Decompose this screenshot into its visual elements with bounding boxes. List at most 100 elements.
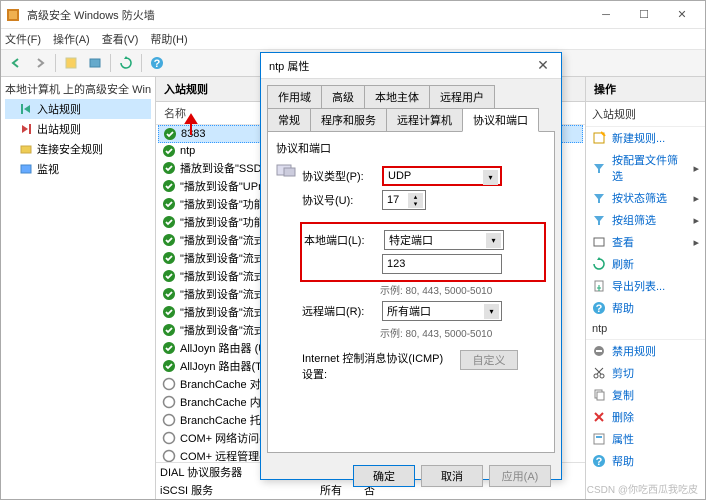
action-item[interactable]: 按状态筛选▸ <box>586 187 705 209</box>
apply-button[interactable]: 应用(A) <box>489 465 551 487</box>
proto-type-label: 协议类型(P): <box>302 168 376 184</box>
tab-general[interactable]: 常规 <box>267 108 311 132</box>
minimize-button[interactable]: ─ <box>587 1 625 29</box>
tab-advanced[interactable]: 高级 <box>321 85 365 109</box>
action-item[interactable]: 查看▸ <box>586 231 705 253</box>
action-item[interactable]: 删除 <box>586 406 705 428</box>
menu-help[interactable]: 帮助(H) <box>150 31 187 47</box>
action-item[interactable]: 按组筛选▸ <box>586 209 705 231</box>
dialog-title: ntp 属性 <box>269 58 533 74</box>
action-item[interactable]: 刷新 <box>586 253 705 275</box>
check-icon <box>162 161 176 175</box>
action-icon <box>592 235 606 249</box>
menu-file[interactable]: 文件(F) <box>5 31 41 47</box>
check-icon <box>162 305 176 319</box>
act-grp2: ntp <box>586 319 705 340</box>
port-hint-2: 示例: 80, 443, 5000-5010 <box>380 325 546 340</box>
action-icon <box>592 279 606 293</box>
tree-item-outbound[interactable]: 出站规则 <box>5 119 151 139</box>
tab-scope[interactable]: 作用域 <box>267 85 322 109</box>
action-icon <box>592 388 606 402</box>
check-icon <box>162 215 176 229</box>
rule-off-icon <box>162 449 176 462</box>
forward-button[interactable] <box>29 52 51 74</box>
remote-port-label: 远程端口(R): <box>302 303 376 319</box>
tree-item-connsec[interactable]: 连接安全规则 <box>5 139 151 159</box>
check-icon <box>162 251 176 265</box>
ok-button[interactable]: 确定 <box>353 465 415 487</box>
cancel-button[interactable]: 取消 <box>421 465 483 487</box>
action-icon <box>592 191 606 205</box>
action-icon <box>592 257 606 271</box>
tab-protocol-port[interactable]: 协议和端口 <box>462 108 539 132</box>
inbound-icon <box>19 102 33 116</box>
check-icon <box>162 341 176 355</box>
proto-num-spinner[interactable]: 17 ▴▾ <box>382 190 426 210</box>
check-icon <box>162 233 176 247</box>
local-port-dropdown[interactable]: 特定端口 ▾ <box>384 230 504 250</box>
actions-panel: 操作 入站规则 新建规则...按配置文件筛选▸按状态筛选▸按组筛选▸查看▸刷新导… <box>585 77 705 499</box>
tree-item-monitor[interactable]: 监视 <box>5 159 151 179</box>
action-icon <box>592 366 606 380</box>
action-item[interactable]: 禁用规则 <box>586 340 705 362</box>
refresh-icon[interactable] <box>115 52 137 74</box>
tab-remote-user[interactable]: 远程用户 <box>429 85 495 109</box>
action-icon <box>592 410 606 424</box>
rule-off-icon <box>162 395 176 409</box>
tool-icon[interactable] <box>60 52 82 74</box>
port-hint: 示例: 80, 443, 5000-5010 <box>380 282 546 297</box>
tab-programs[interactable]: 程序和服务 <box>310 108 387 132</box>
menubar: 文件(F) 操作(A) 查看(V) 帮助(H) <box>1 29 705 49</box>
svg-text:?: ? <box>596 456 603 468</box>
proto-icon <box>276 162 296 178</box>
action-icon <box>592 344 606 358</box>
menu-view[interactable]: 查看(V) <box>102 31 139 47</box>
help-icon[interactable]: ? <box>146 52 168 74</box>
action-icon: ? <box>592 301 606 315</box>
outbound-icon <box>19 122 33 136</box>
check-icon <box>163 127 177 141</box>
action-item[interactable]: 属性 <box>586 428 705 450</box>
check-icon <box>162 179 176 193</box>
local-port-input[interactable]: 123 <box>382 254 502 274</box>
tree-panel: 本地计算机 上的高级安全 Win 入站规则 出站规则 连接安全规则 监视 <box>1 77 156 499</box>
tree-root[interactable]: 本地计算机 上的高级安全 Win <box>5 81 151 97</box>
close-button[interactable]: ✕ <box>663 1 701 29</box>
titlebar: 高级安全 Windows 防火墙 ─ ☐ ✕ <box>1 1 705 29</box>
chevron-down-icon: ▾ <box>484 304 499 319</box>
tree-item-inbound[interactable]: 入站规则 <box>5 99 151 119</box>
chevron-down-icon: ▾ <box>483 170 498 185</box>
watermark: CSDN @你吃西瓜我吃皮 <box>587 481 698 496</box>
tabs-row-2: 常规 程序和服务 远程计算机 协议和端口 <box>261 108 561 131</box>
action-icon <box>592 131 606 145</box>
rule-off-icon <box>162 431 176 445</box>
action-item[interactable]: 新建规则... <box>586 127 705 149</box>
chevron-right-icon: ▸ <box>693 214 699 227</box>
action-icon: ? <box>592 454 606 468</box>
back-button[interactable] <box>5 52 27 74</box>
chevron-right-icon: ▸ <box>693 192 699 205</box>
proto-type-dropdown[interactable]: UDP ▾ <box>382 166 502 186</box>
action-item[interactable]: ?帮助 <box>586 297 705 319</box>
action-item[interactable]: 按配置文件筛选▸ <box>586 149 705 187</box>
action-item[interactable]: 剪切 <box>586 362 705 384</box>
maximize-button[interactable]: ☐ <box>625 1 663 29</box>
check-icon <box>162 197 176 211</box>
action-item[interactable]: 导出列表... <box>586 275 705 297</box>
icmp-customize-button: 自定义 <box>460 350 518 370</box>
tab-local-principal[interactable]: 本地主体 <box>364 85 430 109</box>
chevron-right-icon: ▸ <box>693 236 699 249</box>
dialog-close-button[interactable]: ✕ <box>533 57 553 74</box>
action-item[interactable]: 复制 <box>586 384 705 406</box>
tool-icon[interactable] <box>84 52 106 74</box>
connsec-icon <box>19 142 33 156</box>
arrow-annotation <box>182 113 200 137</box>
menu-action[interactable]: 操作(A) <box>53 31 90 47</box>
action-icon <box>592 213 606 227</box>
check-icon <box>162 144 176 158</box>
remote-port-dropdown[interactable]: 所有端口 ▾ <box>382 301 502 321</box>
tab-remote-computer[interactable]: 远程计算机 <box>386 108 463 132</box>
dialog-titlebar: ntp 属性 ✕ <box>261 53 561 79</box>
properties-dialog: ntp 属性 ✕ 作用域 高级 本地主体 远程用户 常规 程序和服务 远程计算机… <box>260 52 562 480</box>
action-item[interactable]: ?帮助 <box>586 450 705 472</box>
